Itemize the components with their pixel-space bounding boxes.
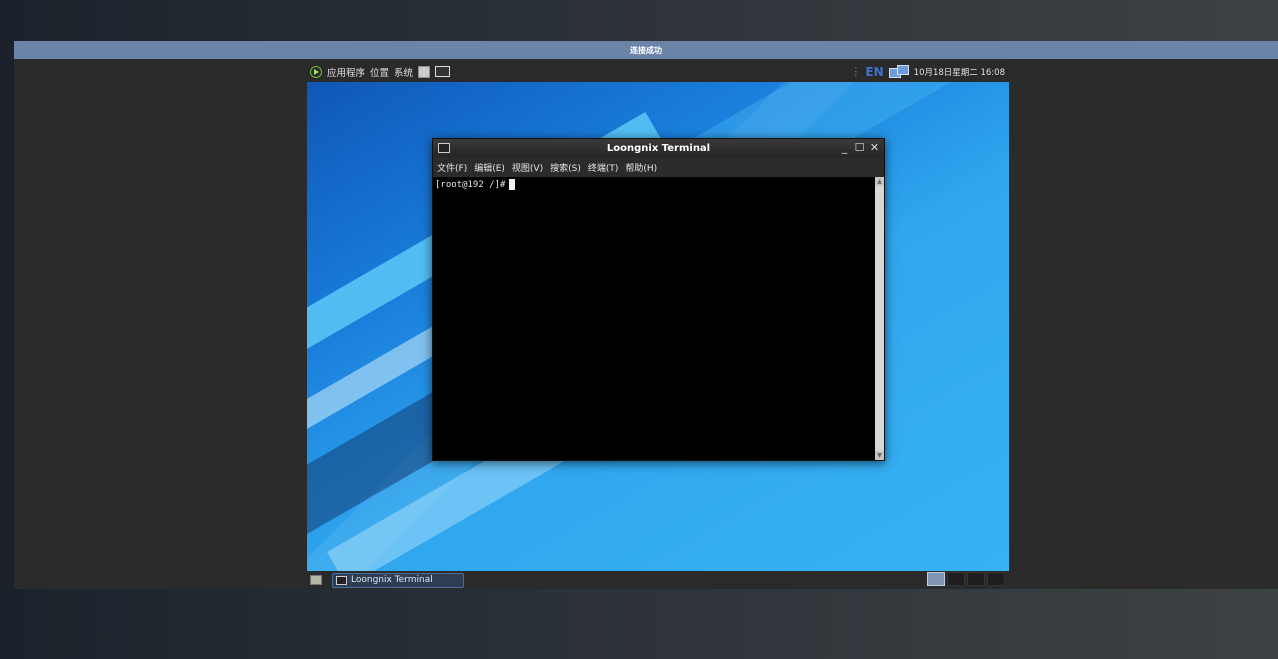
maximize-icon[interactable]: ☐	[854, 141, 865, 154]
menu-applications[interactable]: 应用程序	[327, 65, 365, 79]
menu-edit[interactable]: 编辑(E)	[474, 161, 505, 174]
scroll-down-icon[interactable]: ▼	[875, 451, 884, 460]
terminal-title: Loongnix Terminal	[606, 142, 711, 154]
workspace-4[interactable]	[987, 572, 1005, 586]
terminal-task-icon	[336, 575, 347, 585]
close-icon[interactable]: ✕	[869, 141, 880, 154]
menu-help[interactable]: 帮助(H)	[625, 161, 657, 174]
panel-separator-icon: ⋮	[850, 65, 861, 78]
vnc-status-bar: 连接成功	[14, 41, 1278, 59]
menu-places[interactable]: 位置	[370, 65, 389, 79]
workspace-3[interactable]	[967, 572, 985, 586]
minimize-icon[interactable]: _	[839, 141, 850, 154]
taskbar-item-terminal[interactable]: Loongnix Terminal	[332, 572, 464, 588]
bottom-panel: Loongnix Terminal	[307, 571, 1009, 589]
terminal-scrollbar[interactable]: ▲ ▼	[875, 177, 884, 460]
applications-icon[interactable]	[310, 65, 322, 78]
terminal-output[interactable]: [root@192 /]# ▲ ▼	[433, 177, 884, 460]
text-editor-launcher-icon[interactable]	[418, 65, 431, 78]
terminal-menubar: 文件(F) 编辑(E) 视图(V) 搜索(S) 终端(T) 帮助(H)	[433, 157, 884, 177]
taskbar-item-label: Loongnix Terminal	[351, 575, 433, 585]
menu-search[interactable]: 搜索(S)	[550, 161, 581, 174]
menu-view[interactable]: 视图(V)	[512, 161, 543, 174]
scroll-up-icon[interactable]: ▲	[875, 177, 884, 186]
terminal-window[interactable]: Loongnix Terminal _ ☐ ✕ 文件(F) 编辑(E) 视图(V…	[432, 138, 885, 461]
network-icon[interactable]	[888, 64, 909, 79]
input-method-indicator[interactable]: EN	[865, 65, 883, 79]
menu-terminal[interactable]: 终端(T)	[588, 161, 619, 174]
workspace-2[interactable]	[947, 572, 965, 586]
terminal-window-icon	[438, 143, 450, 153]
text-cursor	[509, 179, 516, 190]
show-desktop-icon[interactable]	[310, 575, 322, 585]
workspace-1[interactable]	[927, 572, 945, 586]
menu-system[interactable]: 系统	[394, 65, 413, 79]
clock[interactable]: 10月18日星期二 16:08	[914, 66, 1005, 78]
menu-file[interactable]: 文件(F)	[437, 161, 467, 174]
shell-prompt: [root@192 /]#	[435, 179, 506, 190]
top-panel: 应用程序 位置 系统 ⋮ EN 10月18日星期二 16:08	[307, 61, 1009, 82]
terminal-launcher-icon[interactable]	[435, 66, 451, 77]
vnc-status-text: 连接成功	[630, 45, 662, 55]
terminal-titlebar[interactable]: Loongnix Terminal _ ☐ ✕	[433, 139, 884, 157]
workspace-switcher[interactable]	[927, 572, 1005, 586]
